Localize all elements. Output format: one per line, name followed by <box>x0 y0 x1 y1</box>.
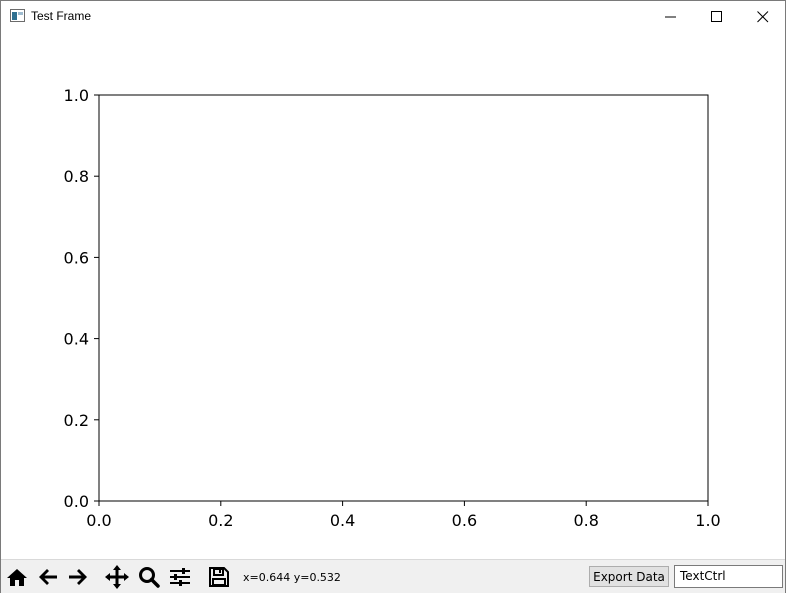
app-icon <box>10 9 25 22</box>
y-tick-label: 0.4 <box>64 330 89 349</box>
y-tick-label: 0.6 <box>64 248 89 267</box>
x-tick-label: 0.8 <box>573 511 598 530</box>
home-button[interactable] <box>4 565 30 589</box>
forward-button[interactable] <box>65 565 91 589</box>
maximize-icon <box>711 10 722 22</box>
window-title: Test Frame <box>31 9 92 23</box>
minimize-button[interactable] <box>648 1 694 32</box>
y-tick-label: 0.0 <box>64 492 89 511</box>
axes-frame <box>98 94 709 502</box>
maximize-button[interactable] <box>694 1 740 32</box>
x-tick-label: 0.0 <box>86 511 111 530</box>
x-tick-label: 1.0 <box>695 511 720 530</box>
navigation-toolbar: x=0.644 y=0.532 Export Data TextCtrl <box>1 559 785 593</box>
y-tick-label: 0.2 <box>64 411 89 430</box>
text-ctrl-input[interactable]: TextCtrl <box>674 565 783 588</box>
zoom-button[interactable] <box>136 565 162 589</box>
y-tick-label: 0.8 <box>64 167 89 186</box>
close-icon <box>757 10 769 22</box>
configure-subplots-button[interactable] <box>167 565 193 589</box>
save-button[interactable] <box>206 565 232 589</box>
chart[interactable]: 0.0 0.2 0.4 0.6 0.8 1.0 0.0 0.2 0.4 0.6 0.8 1.0 <box>1 32 785 559</box>
forward-icon <box>69 569 87 585</box>
app-window: Test Frame 0.0 0.2 0.4 0.6 0.8 1.0 0.0 0.2 0.4 0.… <box>0 0 786 593</box>
y-tick-label: 1.0 <box>64 86 89 105</box>
title-bar[interactable]: Test Frame <box>1 1 785 32</box>
pan-icon <box>105 565 129 589</box>
x-tick-label: 0.6 <box>452 511 477 530</box>
cursor-coordinates: x=0.644 y=0.532 <box>243 571 341 584</box>
x-tick-label: 0.2 <box>208 511 233 530</box>
back-icon <box>39 569 57 585</box>
export-data-button[interactable]: Export Data <box>589 566 669 587</box>
back-button[interactable] <box>35 565 61 589</box>
configure-subplots-icon <box>170 568 190 586</box>
x-tick-label: 0.4 <box>330 511 355 530</box>
plot-canvas[interactable]: 0.0 0.2 0.4 0.6 0.8 1.0 0.0 0.2 0.4 0.6 0.8 1.0 <box>1 32 785 559</box>
zoom-icon <box>139 567 160 588</box>
close-button[interactable] <box>740 1 786 32</box>
save-icon <box>209 567 229 587</box>
home-icon <box>7 569 27 586</box>
minimize-icon <box>665 16 676 17</box>
pan-button[interactable] <box>104 565 130 589</box>
